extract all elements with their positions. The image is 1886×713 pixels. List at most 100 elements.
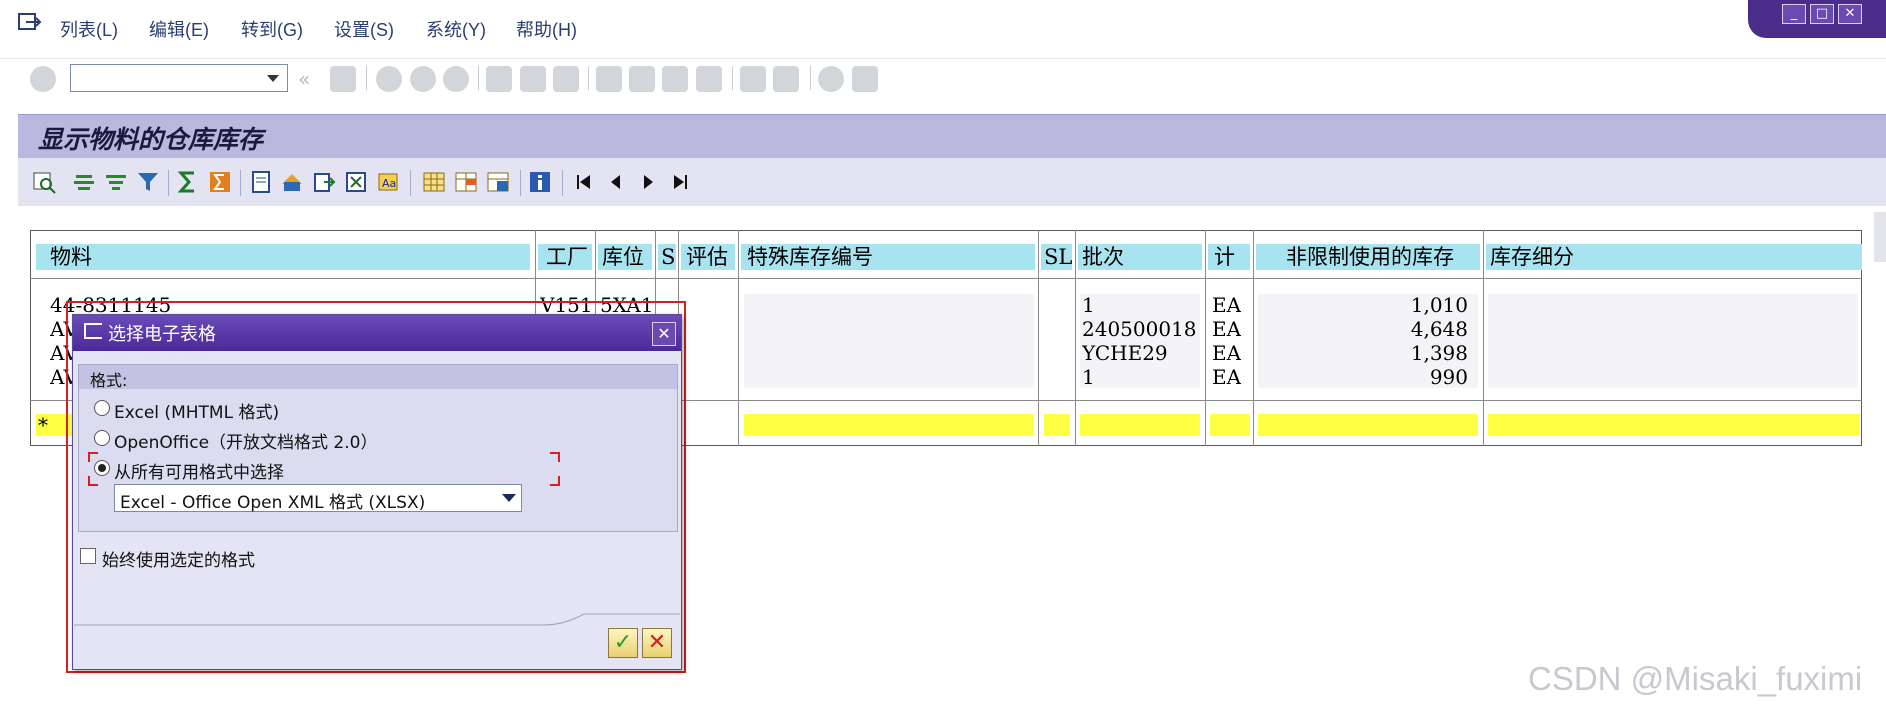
subtotal-icon[interactable] [208, 170, 232, 194]
previous-page-icon[interactable] [604, 170, 628, 194]
vertical-scrollbar[interactable] [1874, 212, 1886, 262]
always-use-format-checkbox[interactable] [80, 548, 96, 564]
filter-icon[interactable] [136, 170, 160, 194]
cancel-icon[interactable] [443, 66, 469, 92]
column-header-material[interactable]: 物料 [36, 244, 530, 270]
select-layout-icon[interactable] [454, 170, 478, 194]
print-icon[interactable] [486, 66, 512, 92]
first-page-icon[interactable] [572, 170, 596, 194]
column-header-valuation[interactable]: 评估 [681, 244, 735, 270]
focus-bracket [550, 476, 560, 486]
chevron-down-icon[interactable] [502, 494, 516, 502]
toolbar-separator [732, 66, 733, 90]
menu-edit[interactable]: 编辑(E) [149, 16, 209, 42]
table-row-unit[interactable]: EA [1212, 318, 1241, 340]
menu-goto[interactable]: 转到(G) [241, 16, 303, 42]
table-row-batch[interactable]: 240500018 [1082, 318, 1197, 340]
table-row-qty[interactable]: 1,398 [1258, 342, 1468, 364]
maximize-button[interactable]: □ [1810, 4, 1834, 24]
column-header-sl[interactable]: SL [1041, 244, 1072, 270]
new-session-icon[interactable] [740, 66, 766, 92]
dialog-footer-divider [74, 613, 680, 626]
table-row-qty[interactable]: 1,010 [1258, 294, 1468, 316]
total-sum-icon[interactable] [176, 170, 200, 194]
table-row-qty[interactable]: 990 [1258, 366, 1468, 388]
total-row-cell [1258, 414, 1478, 436]
layout-menu-icon[interactable] [852, 66, 878, 92]
radio-openoffice[interactable] [94, 430, 110, 446]
ok-button[interactable]: ✓ [608, 628, 638, 658]
always-use-format-label[interactable]: 始终使用选定的格式 [102, 546, 255, 571]
column-header-s[interactable]: S [658, 244, 676, 270]
radio-openoffice-label[interactable]: OpenOffice（开放文档格式 2.0） [114, 428, 377, 453]
mail-icon[interactable] [280, 170, 304, 194]
table-row-unit[interactable]: EA [1212, 342, 1241, 364]
previous-page-icon[interactable] [629, 66, 655, 92]
change-layout-icon[interactable] [422, 170, 446, 194]
menu-list[interactable]: 列表(L) [60, 16, 118, 42]
total-row-cell [1488, 414, 1860, 436]
exit-icon[interactable] [410, 66, 436, 92]
watermark: CSDN @Misaki_fuximi [1528, 660, 1863, 697]
table-row-batch[interactable]: YCHE29 [1082, 342, 1168, 364]
chevron-down-icon[interactable] [267, 75, 279, 82]
cancel-button[interactable]: ✕ [642, 628, 672, 658]
next-page-icon[interactable] [636, 170, 660, 194]
last-page-icon[interactable] [696, 66, 722, 92]
column-header-unrestricted-stock[interactable]: 非限制使用的库存 [1256, 244, 1480, 270]
total-row-cell [1080, 414, 1200, 436]
spreadsheet-icon[interactable] [344, 170, 368, 194]
information-icon[interactable] [528, 170, 552, 194]
column-divider [1483, 230, 1484, 446]
find-next-icon[interactable] [553, 66, 579, 92]
shortcut-icon[interactable] [773, 66, 799, 92]
save-icon[interactable] [330, 66, 356, 92]
table-row-batch[interactable]: 1 [1082, 294, 1095, 316]
table-row-unit[interactable]: EA [1212, 366, 1241, 388]
column-header-stock-breakdown[interactable]: 库存细分 [1486, 244, 1862, 270]
export-icon[interactable] [312, 170, 336, 194]
back-icon[interactable] [376, 66, 402, 92]
save-layout-icon[interactable] [486, 170, 510, 194]
enter-check-icon[interactable] [30, 66, 56, 92]
details-icon[interactable] [32, 170, 56, 194]
column-header-special-stock-number[interactable]: 特殊库存编号 [741, 244, 1035, 270]
column-divider [1205, 230, 1206, 446]
menu-settings[interactable]: 设置(S) [334, 16, 394, 42]
column-header-storage-location[interactable]: 库位 [598, 244, 652, 270]
dialog-close-button[interactable]: ✕ [652, 322, 676, 346]
toolbar-separator [168, 170, 169, 196]
command-field[interactable] [70, 64, 288, 92]
svg-text:Aa: Aa [382, 177, 396, 190]
sort-descending-icon[interactable] [104, 170, 128, 194]
radio-excel-mhtml-label[interactable]: Excel (MHTML 格式) [114, 398, 279, 423]
column-header-plant[interactable]: 工厂 [538, 244, 592, 270]
print-preview-icon[interactable] [248, 170, 272, 194]
menu-help[interactable]: 帮助(H) [516, 16, 577, 42]
menu-system[interactable]: 系统(Y) [426, 16, 486, 42]
window-close-button[interactable]: ✕ [1838, 4, 1862, 24]
radio-excel-mhtml[interactable] [94, 400, 110, 416]
toolbar-separator [810, 66, 811, 90]
find-icon[interactable] [520, 66, 546, 92]
toolbar-separator [240, 170, 241, 196]
table-row-unit[interactable]: EA [1212, 294, 1241, 316]
column-header-batch[interactable]: 批次 [1078, 244, 1202, 270]
collapse-chevrons-icon[interactable]: « [298, 66, 314, 92]
table-row-batch[interactable]: 1 [1082, 366, 1095, 388]
first-page-icon[interactable] [596, 66, 622, 92]
table-row-qty[interactable]: 4,648 [1258, 318, 1468, 340]
format-group-label: 格式: [90, 371, 128, 390]
menu-exit-icon[interactable] [18, 12, 42, 32]
column-header-unit[interactable]: 计 [1208, 244, 1250, 270]
radio-choose-any-format[interactable] [94, 460, 110, 476]
total-row-cell [744, 414, 1034, 436]
format-select-value: Excel - Office Open XML 格式 (XLSX) [120, 493, 426, 513]
sort-ascending-icon[interactable] [72, 170, 96, 194]
last-page-icon[interactable] [668, 170, 692, 194]
next-page-icon[interactable] [662, 66, 688, 92]
word-processing-icon[interactable]: Aa [376, 170, 400, 194]
help-icon[interactable] [818, 66, 844, 92]
minimize-button[interactable]: _ [1782, 4, 1806, 24]
radio-choose-any-format-label[interactable]: 从所有可用格式中选择 [114, 458, 284, 483]
